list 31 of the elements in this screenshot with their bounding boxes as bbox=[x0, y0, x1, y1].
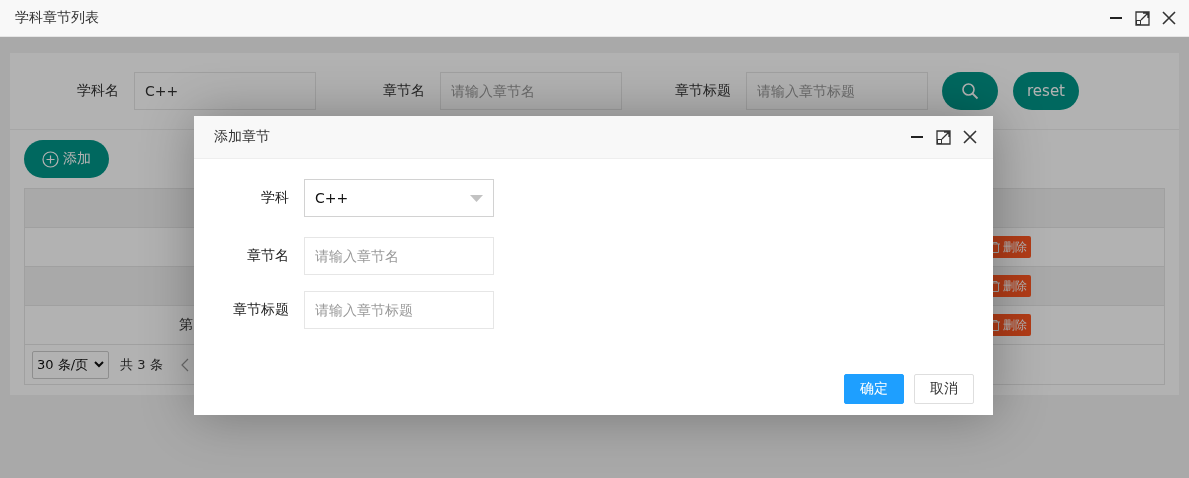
plus-circle-icon bbox=[42, 150, 59, 168]
input-field[interactable]: 请输入章节名 bbox=[304, 237, 494, 275]
search-button[interactable] bbox=[942, 72, 998, 110]
chevron-down-icon bbox=[94, 361, 105, 368]
maximize-icon[interactable] bbox=[936, 129, 951, 145]
reset-button[interactable]: reset bbox=[1013, 72, 1079, 110]
field-label: 章节名 bbox=[246, 247, 289, 265]
input-field[interactable]: 请输入章节标题 bbox=[304, 291, 494, 329]
field-label: 学科名 bbox=[76, 82, 119, 100]
search-field[interactable]: C++ bbox=[134, 72, 316, 110]
table-cell: 第 bbox=[179, 316, 193, 332]
maximize-icon[interactable] bbox=[1135, 10, 1150, 26]
search-field[interactable]: 请输入章节标题 bbox=[746, 72, 928, 110]
caret-icon bbox=[470, 194, 483, 202]
dialog-title: 添加章节 bbox=[214, 128, 270, 146]
search-icon bbox=[961, 82, 979, 100]
close-icon[interactable] bbox=[1162, 11, 1176, 25]
confirm-button[interactable]: 确定 bbox=[844, 374, 904, 404]
window-title: 学科章节列表 bbox=[15, 9, 99, 27]
field-label: 章节标题 bbox=[674, 82, 731, 100]
total-count: 共 3 条 bbox=[120, 355, 163, 374]
previous-page-icon[interactable] bbox=[180, 357, 189, 372]
subject-select[interactable]: C++ bbox=[304, 179, 494, 217]
field-label: 章节名 bbox=[382, 82, 425, 100]
add-button[interactable]: 添加 bbox=[24, 140, 109, 178]
close-icon[interactable] bbox=[963, 130, 977, 144]
search-field[interactable]: 请输入章节名 bbox=[440, 72, 622, 110]
field-label: 章节标题 bbox=[232, 301, 289, 319]
field-label: 学科 bbox=[260, 189, 289, 207]
page-size-select[interactable]: 30 条/页 bbox=[32, 350, 110, 379]
cancel-button[interactable]: 取消 bbox=[914, 374, 974, 404]
